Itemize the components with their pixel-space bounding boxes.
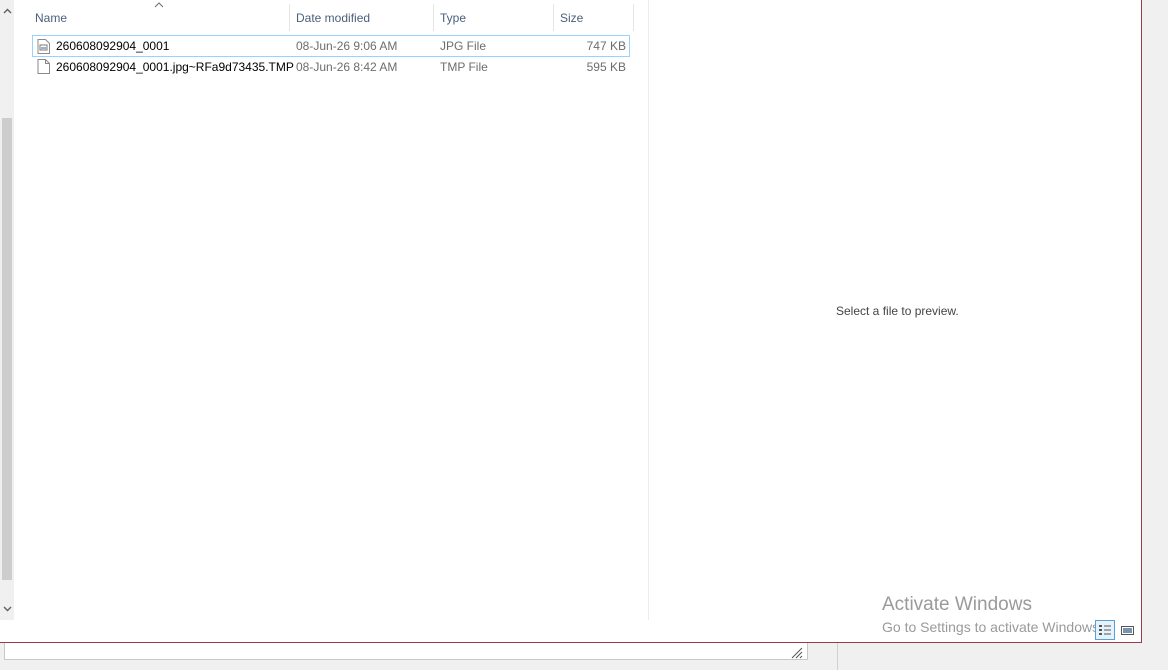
details-view-button[interactable] [1095, 620, 1115, 640]
file-name: 260608092904_0001.jpg~RFa9d73435.TMP [56, 59, 294, 74]
file-row[interactable]: 260608092904_0001.jpg~RFa9d73435.TMP 08-… [32, 57, 630, 76]
file-date-modified: 08-Jun-26 8:42 AM [296, 59, 398, 74]
file-explorer-window: Name Date modified Type Size 26060809290… [0, 0, 1142, 643]
vertical-scrollbar[interactable] [0, 0, 14, 620]
resize-grip-icon[interactable] [789, 645, 803, 659]
blank-file-icon [37, 57, 50, 76]
preview-pane-message: Select a file to preview. [836, 304, 959, 318]
chevron-up-icon [3, 8, 11, 14]
column-header-size-label: Size [560, 10, 584, 25]
file-type: TMP File [440, 59, 488, 74]
large-icons-view-icon [1120, 625, 1134, 635]
details-view-icon [1099, 625, 1111, 635]
column-header-name-label: Name [35, 10, 68, 25]
file-size: 595 KB [586, 59, 626, 74]
column-header-size[interactable]: Size [554, 4, 634, 31]
sort-ascending-icon [154, 2, 164, 8]
scroll-up-button[interactable] [0, 2, 14, 20]
file-row[interactable]: 260608092904_0001 08-Jun-26 9:06 AM JPG … [32, 35, 630, 57]
large-icons-view-button[interactable] [1117, 620, 1137, 640]
chevron-down-icon [3, 606, 11, 612]
image-file-icon [37, 36, 50, 56]
file-size: 747 KB [586, 39, 626, 53]
column-header-date-modified[interactable]: Date modified [290, 4, 434, 31]
scroll-down-button[interactable] [0, 600, 14, 618]
file-date-modified: 08-Jun-26 9:06 AM [296, 39, 398, 53]
activate-windows-title: Activate Windows [882, 594, 1032, 615]
file-name: 260608092904_0001 [56, 39, 170, 53]
column-header-date-label: Date modified [296, 10, 371, 25]
scrollbar-thumb[interactable] [2, 118, 12, 580]
column-header-type-label: Type [440, 10, 467, 25]
file-type: JPG File [440, 39, 487, 53]
background-window-input [4, 643, 808, 660]
preview-pane-divider[interactable] [648, 0, 649, 620]
column-header-type[interactable]: Type [434, 4, 554, 31]
activate-windows-subtitle: Go to Settings to activate Windows. [882, 619, 1097, 635]
background-window-divider [837, 643, 838, 670]
column-header-name[interactable]: Name [29, 4, 290, 31]
